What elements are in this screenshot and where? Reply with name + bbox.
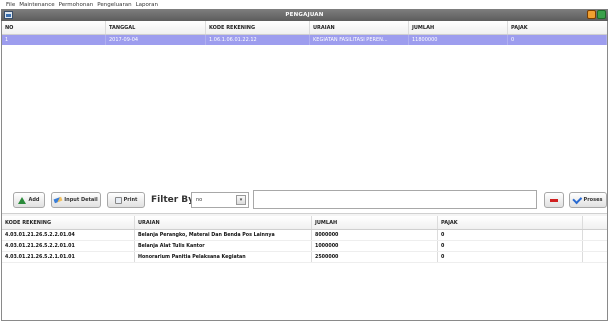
cell-pajak: 0 [438,230,583,240]
main-panel: NO TANGGAL KODE REKENING URAIAN JUMLAH P… [1,21,608,321]
column-header-uraian[interactable]: URAIAN [310,21,409,34]
minus-icon [550,198,558,202]
column-header-kode-rekening[interactable]: KODE REKENING [2,216,135,229]
detail-table: KODE REKENING URAIAN JUMLAH PAJAK 4.03.0… [2,216,607,301]
cell-empty [583,230,607,240]
column-header-jumlah[interactable]: JUMLAH [312,216,438,229]
cell-jumlah: 11800000 [409,35,508,45]
table-row[interactable]: 4.03.01.21.26.5.2.1.01.01 Honorarium Pan… [2,252,607,263]
menu-bar: File Maintenance Permohonan Pengeluaran … [0,0,610,9]
proses-label: Proses [583,197,603,203]
printer-icon [114,196,122,204]
filter-search-input[interactable] [253,190,537,209]
table-header: KODE REKENING URAIAN JUMLAH PAJAK [2,216,607,230]
cell-kode-rekening: 4.03.01.21.26.5.2.2.01.04 [2,230,135,240]
pengajuan-table: NO TANGGAL KODE REKENING URAIAN JUMLAH P… [2,21,607,194]
add-label: Add [28,197,40,203]
input-detail-label: Input Detail [64,197,98,203]
cell-empty [583,252,607,262]
column-header-no[interactable]: NO [2,21,106,34]
proses-button[interactable]: Proses [569,192,607,208]
table-row[interactable]: 4.03.01.21.26.5.2.2.01.01 Belanja Alat T… [2,241,607,252]
checkmark-icon [571,194,582,205]
column-header-pajak[interactable]: PAJAK [438,216,583,229]
menu-laporan[interactable]: Laporan [136,2,158,8]
cell-uraian: Belanja Perangko, Materai Dan Benda Pos … [135,230,312,240]
pencil-icon [53,196,63,204]
add-button[interactable]: Add [13,192,45,208]
action-toolbar: Add Input Detail Print Filter By no ▾ Pr… [2,187,607,213]
cell-jumlah: 8000000 [312,230,438,240]
print-label: Print [123,197,138,203]
cell-no: 1 [2,35,106,45]
filter-by-select[interactable]: no ▾ [191,192,249,208]
cell-pajak: 0 [438,241,583,251]
cell-kode-rekening: 1.06.1.06.01.22.12 [206,35,310,45]
table-row[interactable]: 4.03.01.21.26.5.2.2.01.04 Belanja Perang… [2,230,607,241]
cell-kode-rekening: 4.03.01.21.26.5.2.2.01.01 [2,241,135,251]
menu-file[interactable]: File [6,2,15,8]
cell-tanggal: 2017-09-04 [106,35,206,45]
cell-empty [583,241,607,251]
chevron-down-icon[interactable]: ▾ [236,195,246,205]
menu-pengeluaran[interactable]: Pengeluaran [97,2,131,8]
cell-uraian: Belanja Alat Tulis Kantor [135,241,312,251]
print-button[interactable]: Print [107,192,145,208]
cell-uraian: Honorarium Panitia Pelaksana Kegiatan [135,252,312,262]
window-titlebar: PENGAJUAN [1,9,608,21]
minimize-button[interactable] [587,10,596,19]
input-detail-button[interactable]: Input Detail [51,192,101,208]
column-header-kode-rekening[interactable]: KODE REKENING [206,21,310,34]
filter-by-label: Filter By [151,195,195,205]
cell-pajak: 0 [438,252,583,262]
column-header-uraian[interactable]: URAIAN [135,216,312,229]
menu-maintenance[interactable]: Maintenance [19,2,54,8]
cell-pajak: 0 [508,35,607,45]
column-header-pajak[interactable]: PAJAK [508,21,607,34]
cell-jumlah: 2500000 [312,252,438,262]
cell-uraian: KEGIATAN FASILITASI PEREN... [310,35,409,45]
column-header-empty [583,216,607,229]
table-header: NO TANGGAL KODE REKENING URAIAN JUMLAH P… [2,21,607,35]
cell-jumlah: 1000000 [312,241,438,251]
filter-select-value: no [196,197,203,203]
delete-button[interactable] [544,192,564,208]
menu-permohonan[interactable]: Permohonan [59,2,94,8]
app-logo-icon [4,11,13,19]
column-header-jumlah[interactable]: JUMLAH [409,21,508,34]
column-header-tanggal[interactable]: TANGGAL [106,21,206,34]
table-row-selected[interactable]: 1 2017-09-04 1.06.1.06.01.22.12 KEGIATAN… [2,35,607,45]
arrow-up-icon [18,196,27,204]
window-controls [587,10,606,19]
window-title: PENGAJUAN [285,12,324,18]
cell-kode-rekening: 4.03.01.21.26.5.2.1.01.01 [2,252,135,262]
maximize-button[interactable] [597,10,606,19]
